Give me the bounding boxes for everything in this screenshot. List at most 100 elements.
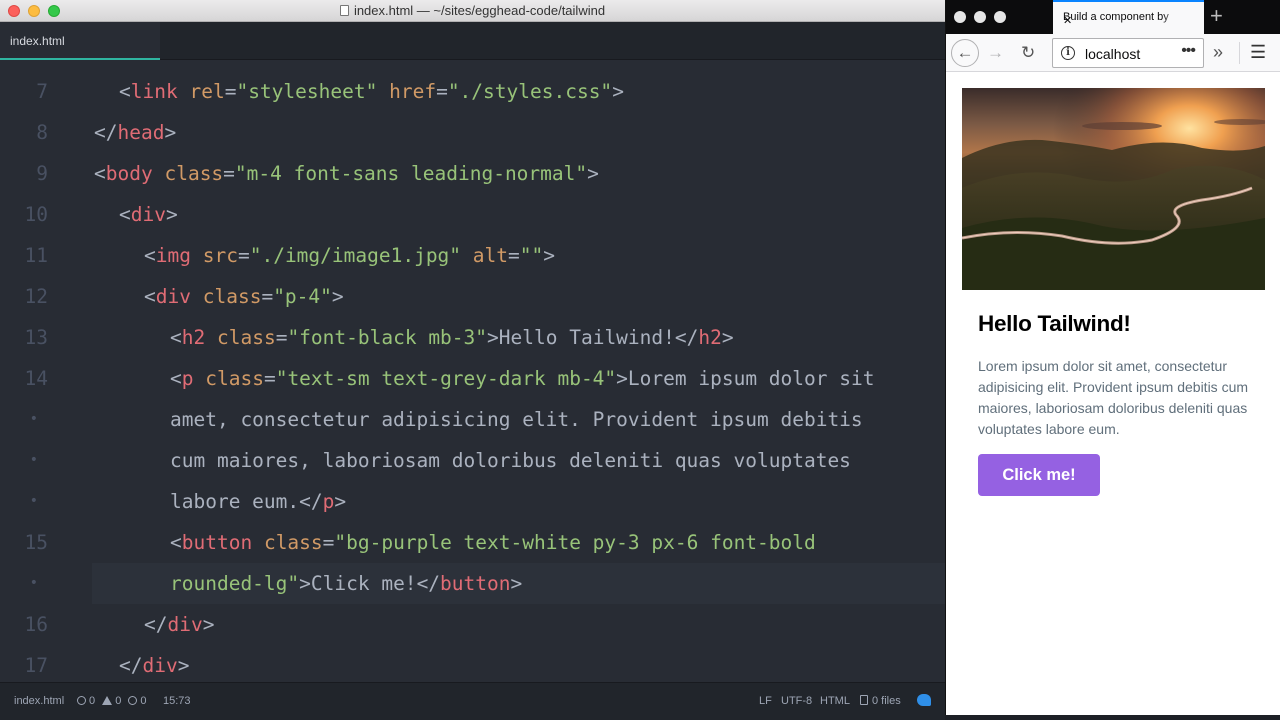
hamburger-menu-icon[interactable]: ☰ xyxy=(1250,39,1266,65)
code-token: < xyxy=(119,80,131,103)
code-token: div xyxy=(130,203,166,226)
code-line[interactable]: <button class="bg-purple text-white py-3… xyxy=(170,522,816,563)
code-line[interactable]: <img src="./img/image1.jpg" alt=""> xyxy=(144,235,555,276)
code-token: = xyxy=(224,80,237,103)
toolbar-overflow-icon[interactable]: » xyxy=(1213,39,1223,65)
code-token: "bg-purple text-white py-3 px-6 font-bol… xyxy=(334,531,816,554)
editor-titlebar: index.html — ~/sites/egghead-code/tailwi… xyxy=(0,0,945,22)
browser-minimize-dot[interactable] xyxy=(974,11,986,23)
click-me-button[interactable]: Click me! xyxy=(978,454,1100,496)
code-token: </ xyxy=(94,121,118,144)
squirrel-update-icon[interactable] xyxy=(917,694,931,707)
code-token: = xyxy=(322,531,335,554)
code-token: class xyxy=(216,326,276,349)
code-token: div xyxy=(155,285,191,308)
info-icon xyxy=(128,696,138,705)
code-token: h2 xyxy=(181,326,206,349)
tab-index-html[interactable]: index.html xyxy=(0,22,160,60)
code-line[interactable]: <div class="p-4"> xyxy=(144,276,344,317)
browser-tab[interactable]: Build a component by ✕ xyxy=(1053,0,1204,34)
hero-image xyxy=(962,88,1265,290)
code-token: </ xyxy=(674,326,699,349)
window-title-text: index.html — ~/sites/egghead-code/tailwi… xyxy=(353,3,606,18)
code-line[interactable]: <body class="m-4 font-sans leading-norma… xyxy=(94,153,599,194)
code-line[interactable]: </div> xyxy=(144,604,214,645)
code-token: > xyxy=(177,654,190,677)
code-token: class xyxy=(263,531,323,554)
browser-maximize-dot[interactable] xyxy=(994,11,1006,23)
page-actions-icon[interactable]: ••• xyxy=(1181,42,1196,60)
url-text[interactable]: localhost xyxy=(1085,46,1140,62)
code-token: amet, consectetur adipisicing elit. Prov… xyxy=(170,408,863,431)
error-icon xyxy=(77,696,86,705)
grammar-selector[interactable]: HTML xyxy=(820,695,850,707)
code-token: button xyxy=(181,531,253,554)
line-number: 11 xyxy=(24,244,48,267)
git-files[interactable]: 0 files xyxy=(860,695,901,707)
url-bar[interactable]: i localhost ••• xyxy=(1052,38,1204,68)
code-token: "./styles.css" xyxy=(447,80,613,103)
status-file-name[interactable]: index.html xyxy=(14,695,64,707)
code-token: div xyxy=(142,654,178,677)
code-token: < xyxy=(94,162,106,185)
code-editor[interactable]: 7 <link rel="stylesheet" href="./styles.c… xyxy=(0,60,945,682)
code-line[interactable]: <div> xyxy=(119,194,178,235)
code-line[interactable]: <h2 class="font-black mb-3">Hello Tailwi… xyxy=(170,317,734,358)
code-token: </ xyxy=(119,654,143,677)
code-token: </ xyxy=(299,490,323,513)
window-title: index.html — ~/sites/egghead-code/tailwi… xyxy=(0,3,945,18)
forward-arrow-icon[interactable]: → xyxy=(987,39,1004,67)
back-arrow-icon[interactable]: ← xyxy=(951,39,979,67)
git-files-label: 0 files xyxy=(872,695,901,707)
card-title: Hello Tailwind! xyxy=(978,311,1131,336)
code-line[interactable]: labore eum.</p> xyxy=(170,481,346,522)
code-token: "./img/image1.jpg" xyxy=(249,244,462,267)
browser-close-dot[interactable] xyxy=(954,11,966,23)
code-line[interactable]: rounded-lg">Click me!</button> xyxy=(170,563,522,604)
code-token: src xyxy=(202,244,238,267)
code-token: Lorem ipsum dolor sit xyxy=(627,367,875,390)
code-token: body xyxy=(105,162,153,185)
warning-icon xyxy=(102,696,113,705)
code-token: h2 xyxy=(698,326,722,349)
line-number: 16 xyxy=(24,613,48,636)
code-token: link xyxy=(130,80,178,103)
card-description: Lorem ipsum dolor sit amet, consectetur … xyxy=(978,358,1249,437)
code-token: = xyxy=(508,244,520,267)
code-token: > xyxy=(543,244,556,267)
close-tab-icon[interactable]: ✕ xyxy=(1063,11,1181,31)
code-token: > xyxy=(202,613,215,636)
line-number: • xyxy=(29,411,38,427)
code-token: = xyxy=(223,162,235,185)
code-token: > xyxy=(299,572,311,595)
code-token: < xyxy=(119,203,131,226)
code-token: "stylesheet" xyxy=(236,80,378,103)
linter-summary[interactable]: 0 0 0 xyxy=(77,695,147,707)
code-line[interactable]: <p class="text-sm text-grey-dark mb-4">L… xyxy=(170,358,874,399)
code-token: div xyxy=(167,613,203,636)
code-line[interactable]: cum maiores, laboriosam doloribus deleni… xyxy=(170,440,851,481)
line-ending[interactable]: LF xyxy=(759,695,772,707)
code-token: p xyxy=(181,367,194,390)
cursor-position[interactable]: 15:73 xyxy=(163,695,191,707)
code-line[interactable]: <link rel="stylesheet" href="./styles.cs… xyxy=(119,71,624,112)
code-token: > xyxy=(331,285,344,308)
site-info-icon[interactable]: i xyxy=(1061,46,1075,60)
code-token: button xyxy=(440,572,511,595)
code-token: Hello Tailwind! xyxy=(498,326,675,349)
code-token: > xyxy=(165,203,178,226)
file-encoding[interactable]: UTF-8 xyxy=(781,695,812,707)
code-token: rounded-lg" xyxy=(170,572,300,595)
reload-icon[interactable]: ↻ xyxy=(1021,39,1035,67)
new-tab-plus-icon[interactable]: + xyxy=(1210,3,1223,29)
code-line[interactable]: amet, consectetur adipisicing elit. Prov… xyxy=(170,399,863,440)
code-line[interactable]: </head> xyxy=(94,112,176,153)
code-line[interactable]: </div> xyxy=(119,645,189,686)
